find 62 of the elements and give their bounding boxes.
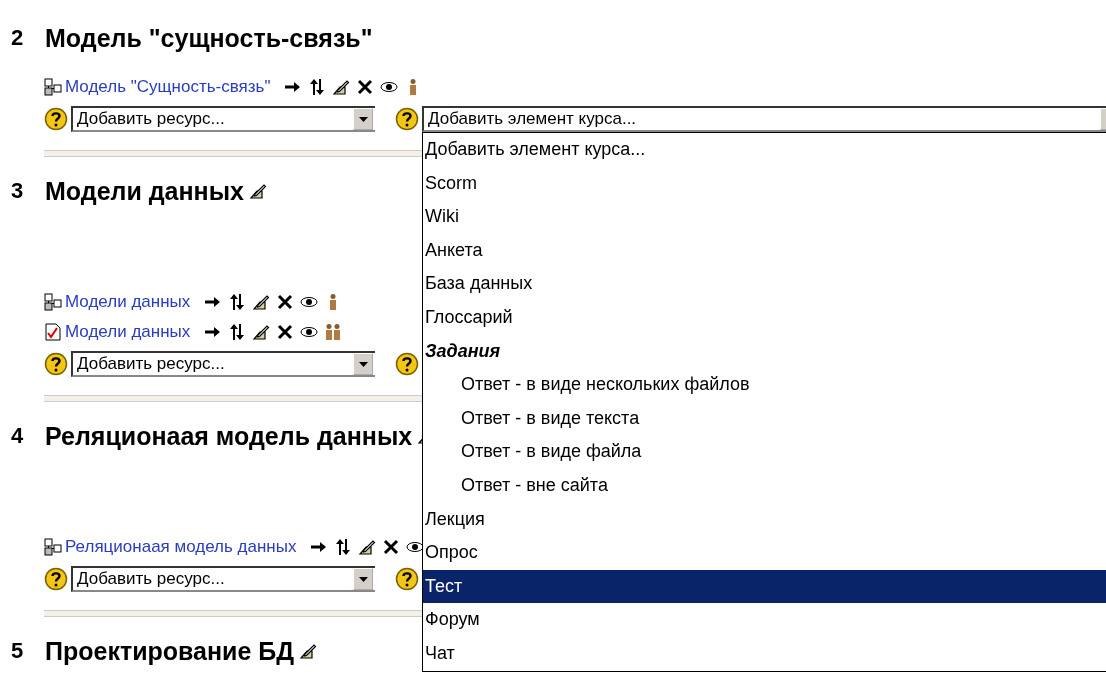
delete-icon[interactable] bbox=[356, 78, 375, 96]
section-number: 4 bbox=[10, 423, 25, 449]
dropdown-option[interactable]: Ответ - вне сайта bbox=[423, 468, 1106, 503]
resource-icon bbox=[44, 78, 62, 96]
dropdown-option[interactable]: Scorm bbox=[423, 166, 1106, 201]
checked-page-icon bbox=[44, 323, 62, 341]
dropdown-option[interactable]: Форум bbox=[423, 603, 1106, 637]
help-icon[interactable] bbox=[44, 567, 68, 591]
help-icon[interactable] bbox=[395, 567, 419, 591]
move-icon[interactable] bbox=[334, 538, 353, 556]
section-number: 2 bbox=[10, 25, 25, 51]
edit-icon[interactable] bbox=[252, 323, 271, 341]
add-resource-select[interactable]: Добавить ресурс... bbox=[71, 106, 375, 132]
dropdown-option[interactable]: Добавить элемент курса... bbox=[423, 133, 1106, 167]
section-title: Реляционаая модель данных bbox=[45, 421, 413, 451]
option-group-label: Задания bbox=[424, 339, 502, 363]
help-icon[interactable] bbox=[395, 352, 419, 376]
caret-icon bbox=[358, 116, 368, 122]
resource-link[interactable]: Модель "Сущность-связь" bbox=[65, 77, 271, 97]
dropdown-option[interactable]: Лекция bbox=[423, 502, 1106, 537]
dropdown-option[interactable]: Ответ - в виде текста bbox=[423, 401, 1106, 436]
help-icon[interactable] bbox=[395, 107, 419, 131]
section-number: 3 bbox=[10, 178, 25, 204]
people-icon[interactable] bbox=[324, 323, 343, 341]
add-resource-select[interactable]: Добавить ресурс... bbox=[71, 566, 375, 592]
dropdown-option[interactable]: Ответ - в виде нескольких файлов bbox=[423, 368, 1106, 402]
dropdown-option[interactable]: Чат bbox=[423, 636, 1106, 671]
add-resource-select[interactable]: Добавить ресурс... bbox=[71, 351, 375, 377]
caret-icon bbox=[358, 576, 368, 582]
delete-icon[interactable] bbox=[276, 293, 295, 311]
resource-link[interactable]: Реляционаая модель данных bbox=[65, 537, 297, 557]
section-title: Проектирование БД bbox=[45, 636, 295, 666]
section-number: 5 bbox=[10, 638, 25, 664]
delete-icon[interactable] bbox=[276, 323, 295, 341]
dropdown-option[interactable]: Глоссарий bbox=[423, 300, 1106, 335]
edit-icon[interactable] bbox=[358, 538, 377, 556]
delete-icon[interactable] bbox=[382, 538, 401, 556]
edit-icon[interactable] bbox=[332, 78, 351, 96]
resource-link[interactable]: Модели данных bbox=[65, 322, 191, 342]
dropdown-button[interactable] bbox=[353, 353, 373, 375]
edit-icon[interactable] bbox=[252, 293, 271, 311]
move-icon[interactable] bbox=[228, 293, 247, 311]
edit-icon[interactable] bbox=[299, 642, 318, 660]
move-icon[interactable] bbox=[228, 323, 247, 341]
dropdown-option[interactable]: Тест bbox=[423, 569, 1106, 604]
dropdown-option[interactable]: Опрос bbox=[423, 536, 1106, 570]
section-title: Модель "сущность-связь" bbox=[45, 23, 373, 53]
resource-icon bbox=[44, 538, 62, 556]
caret-icon bbox=[358, 361, 368, 367]
dropdown-button[interactable] bbox=[353, 568, 373, 590]
dropdown-option[interactable]: Wiki bbox=[423, 200, 1106, 234]
help-icon[interactable] bbox=[44, 107, 68, 131]
dropdown-option[interactable]: Ответ - в виде файла bbox=[423, 435, 1106, 469]
edit-icon[interactable] bbox=[248, 182, 267, 200]
resource-link[interactable]: Модели данных bbox=[65, 292, 191, 312]
dropdown-option[interactable]: Анкета bbox=[423, 233, 1106, 268]
resource-icon bbox=[44, 293, 62, 311]
move-icon[interactable] bbox=[308, 78, 327, 96]
dropdown-option[interactable]: База данных bbox=[423, 267, 1106, 301]
section-title: Модели данных bbox=[45, 176, 244, 206]
dropdown-button[interactable] bbox=[353, 108, 373, 130]
help-icon[interactable] bbox=[44, 352, 68, 376]
